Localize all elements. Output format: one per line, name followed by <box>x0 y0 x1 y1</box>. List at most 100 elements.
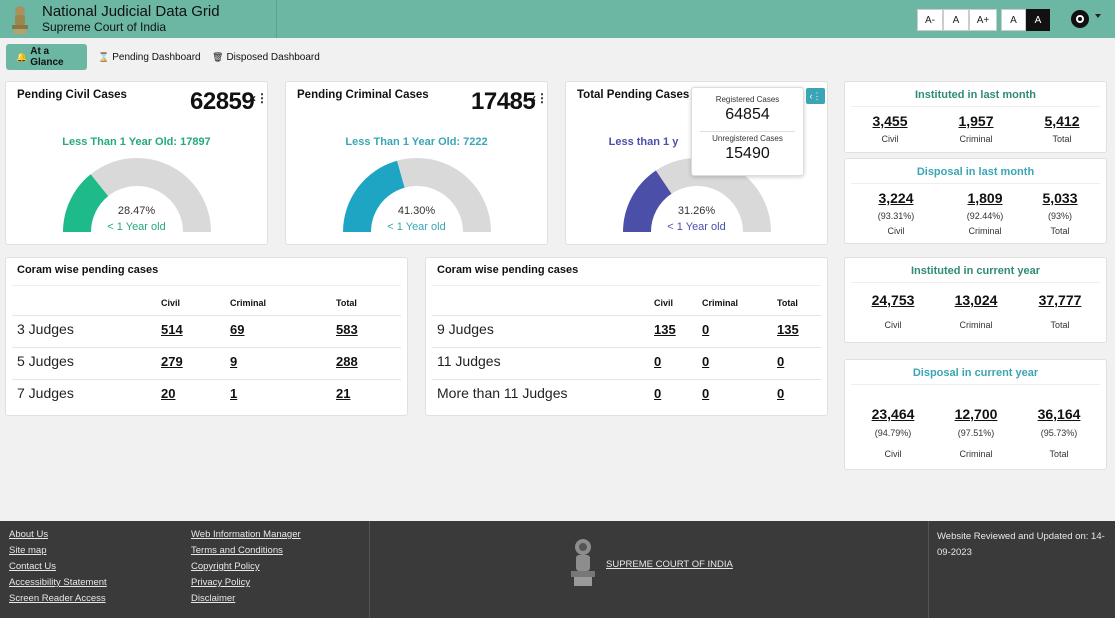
unregistered-value: 15490 <box>725 145 770 162</box>
kebab-menu-icon[interactable]: ‹⋮ <box>532 91 548 105</box>
kebab-menu-icon[interactable]: ‹⋮ <box>252 91 268 105</box>
stat-title: Instituted in current year <box>911 265 1040 277</box>
registered-value: 64854 <box>725 106 770 123</box>
table-cell-link[interactable]: 0 <box>654 386 661 401</box>
registered-cases-popup: Registered Cases 64854 Unregistered Case… <box>691 87 804 176</box>
table-cell-link[interactable]: 0 <box>654 354 661 369</box>
footer-link-web-info-manager[interactable]: Web Information Manager <box>191 529 301 540</box>
col-header-criminal: Criminal <box>702 298 739 308</box>
stat-percent: (93%) <box>1047 211 1072 221</box>
font-decrease-button[interactable]: A- <box>917 9 943 31</box>
table-cell-link[interactable]: 69 <box>230 322 244 337</box>
coram-title: Coram wise pending cases <box>437 264 579 276</box>
col-header-total: Total <box>777 298 798 308</box>
gauge-percent: 31.26% <box>677 205 716 217</box>
gear-icon[interactable] <box>1069 8 1091 30</box>
font-increase-button[interactable]: A+ <box>969 9 997 31</box>
table-cell-link[interactable]: 21 <box>336 386 350 401</box>
header-divider <box>276 0 277 38</box>
col-header-criminal: Criminal <box>230 298 267 308</box>
site-subtitle: Supreme Court of India <box>42 20 167 34</box>
less-than-one-year: Less Than 1 Year Old: 17897 <box>62 136 211 148</box>
pending-criminal-card: Pending Criminal Cases 17485 ‹⋮ Less Tha… <box>285 81 548 245</box>
gauge-caption: < 1 Year old <box>667 221 726 233</box>
divider <box>12 285 401 286</box>
table-cell-link[interactable]: 583 <box>336 322 358 337</box>
footer-link-screen-reader[interactable]: Screen Reader Access <box>9 593 106 604</box>
pending-civil-card: Pending Civil Cases 62859 ‹⋮ Less Than 1… <box>5 81 268 245</box>
divider <box>851 282 1100 283</box>
table-cell-link[interactable]: 0 <box>777 386 784 401</box>
stat-civil-link[interactable]: 3,455 <box>860 113 920 129</box>
instituted-current-year-card: Instituted in current year 24,753 13,024… <box>844 257 1107 343</box>
popup-divider <box>700 131 795 132</box>
footer-link-supreme-court[interactable]: SUPREME COURT OF INDIA <box>606 559 733 570</box>
table-cell-link[interactable]: 288 <box>336 354 358 369</box>
light-theme-button[interactable]: A <box>1001 9 1026 31</box>
table-cell-link[interactable]: 0 <box>702 386 709 401</box>
table-cell-link[interactable]: 0 <box>777 354 784 369</box>
table-cell-link[interactable]: 514 <box>161 322 183 337</box>
footer-link-about-us[interactable]: About Us <box>9 529 48 540</box>
header-bar: National Judicial Data Grid Supreme Cour… <box>0 0 1115 38</box>
stat-label: Criminal <box>959 449 993 459</box>
stat-percent: (93.31%) <box>877 211 915 221</box>
stat-criminal-link[interactable]: 1,957 <box>946 113 1006 129</box>
footer-link-copyright[interactable]: Copyright Policy <box>191 561 260 572</box>
divider <box>851 183 1100 184</box>
row-divider <box>432 315 821 316</box>
footer-link-terms[interactable]: Terms and Conditions <box>191 545 283 556</box>
table-cell-link[interactable]: 135 <box>777 322 799 337</box>
footer-link-privacy[interactable]: Privacy Policy <box>191 577 250 588</box>
stat-label: Criminal <box>959 134 993 144</box>
stat-label: Criminal <box>968 226 1002 236</box>
footer-link-site-map[interactable]: Site map <box>9 545 47 556</box>
tab-pending-dashboard[interactable]: ⌛ Pending Dashboard <box>88 44 211 70</box>
toggle-popup-button[interactable]: ‹⋮ <box>806 88 825 104</box>
footer-divider <box>369 521 370 618</box>
table-cell-link[interactable]: 9 <box>230 354 237 369</box>
row-divider <box>12 379 401 380</box>
chevron-down-icon[interactable] <box>1095 14 1101 18</box>
stat-total-link[interactable]: 37,777 <box>1030 292 1090 308</box>
table-cell-link[interactable]: 1 <box>230 386 237 401</box>
stat-total-link[interactable]: 36,164 <box>1029 406 1089 422</box>
col-header-civil: Civil <box>654 298 674 308</box>
table-cell-link[interactable]: 0 <box>702 354 709 369</box>
stat-total-link[interactable]: 5,412 <box>1032 113 1092 129</box>
stat-label: Civil <box>881 134 899 144</box>
stat-civil-link[interactable]: 3,224 <box>866 190 926 206</box>
stat-total-link[interactable]: 5,033 <box>1030 190 1090 206</box>
disposal-current-year-card: Disposal in current year 23,464 12,700 3… <box>844 359 1107 470</box>
footer-link-disclaimer[interactable]: Disclaimer <box>191 593 235 604</box>
tab-disposed-dashboard[interactable]: 🗑 Disposed Dashboard <box>202 44 330 70</box>
stat-civil-link[interactable]: 23,464 <box>863 406 923 422</box>
tab-label: At a Glance <box>30 46 64 68</box>
stat-civil-link[interactable]: 24,753 <box>863 292 923 308</box>
tab-at-a-glance[interactable]: 🔔 At a Glance <box>6 44 87 70</box>
table-cell-link[interactable]: 20 <box>161 386 175 401</box>
less-than-one-year: Less Than 1 Year Old: 7222 <box>345 136 488 148</box>
divider <box>432 285 821 286</box>
footer-link-contact-us[interactable]: Contact Us <box>9 561 56 572</box>
table-cell-link[interactable]: 0 <box>702 322 709 337</box>
pending-civil-total: 62859 <box>190 88 255 115</box>
stat-criminal-link[interactable]: 1,809 <box>955 190 1015 206</box>
stat-criminal-link[interactable]: 13,024 <box>946 292 1006 308</box>
coram-title: Coram wise pending cases <box>17 264 159 276</box>
table-cell-link[interactable]: 279 <box>161 354 183 369</box>
stat-label: Civil <box>884 449 902 459</box>
card-title: Pending Civil Cases <box>17 89 127 101</box>
stat-percent: (94.79%) <box>874 428 912 438</box>
table-row-label: 7 Judges <box>17 385 74 401</box>
disposal-last-month-card: Disposal in last month 3,224 1,809 5,033… <box>844 158 1107 244</box>
divider <box>851 106 1100 107</box>
stat-title: Disposal in current year <box>912 367 1039 379</box>
footer-link-accessibility[interactable]: Accessibility Statement <box>9 577 107 588</box>
stat-criminal-link[interactable]: 12,700 <box>946 406 1006 422</box>
table-cell-link[interactable]: 135 <box>654 322 676 337</box>
font-normal-button[interactable]: A <box>943 9 969 31</box>
tab-label: Pending Dashboard <box>112 51 201 63</box>
pending-criminal-total: 17485 <box>471 88 536 115</box>
dark-theme-button[interactable]: A <box>1026 9 1050 31</box>
